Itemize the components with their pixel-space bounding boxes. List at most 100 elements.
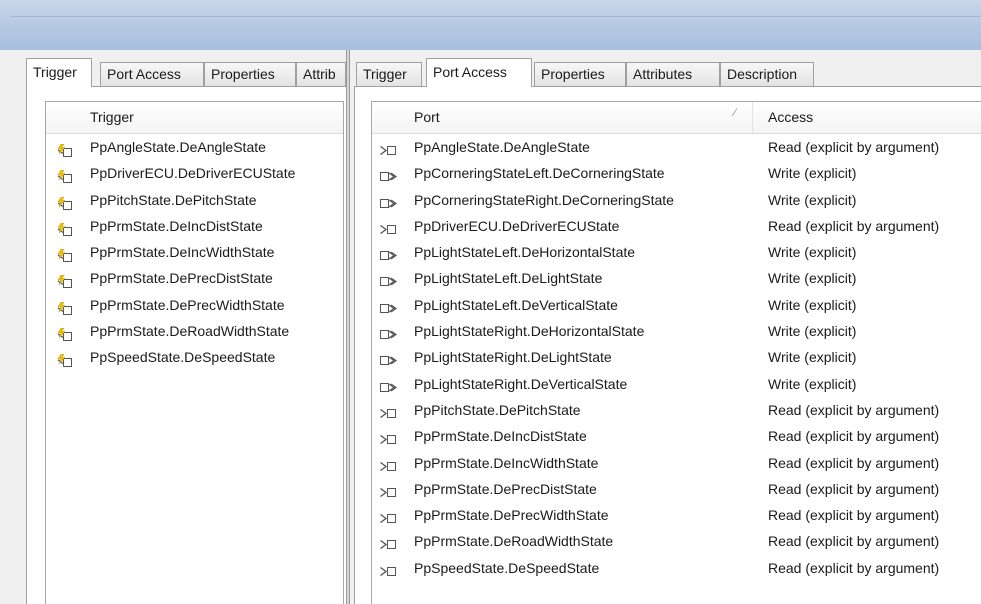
trigger-list-item[interactable]: PpPrmState.DePrecWidthState: [46, 292, 343, 318]
port-name: PpLightStateRight.DeLightState: [414, 349, 612, 366]
port-name: PpCorneringStateRight.DeCorneringState: [414, 191, 674, 208]
trigger-name: PpSpeedState.DeSpeedState: [90, 349, 276, 366]
access-mode: Write (explicit): [768, 323, 857, 340]
right-tab-port-access[interactable]: Port Access: [426, 58, 532, 87]
trigger-list: Trigger PpAngleState.DeAngleState PpDrive…: [45, 101, 344, 604]
left-tab-properties[interactable]: Properties: [204, 62, 296, 86]
port-access-row[interactable]: PpPrmState.DePrecWidthState Read (explici…: [372, 502, 981, 528]
port-access-row[interactable]: PpLightStateRight.DeHorizontalState Write…: [372, 318, 981, 344]
port-access-rows: PpAngleState.DeAngleState Read (explicit …: [372, 134, 981, 581]
access-mode: Write (explicit): [768, 244, 857, 261]
right-tab-content: Port ⁄ Access PpAngleState.DeAngleState R…: [354, 87, 981, 604]
port-access-row[interactable]: PpPrmState.DeRoadWidthState Read (explici…: [372, 528, 981, 554]
port-access-row[interactable]: PpLightStateRight.DeLightState Write (exp…: [372, 344, 981, 370]
access-mode: Read (explicit by argument): [768, 454, 940, 471]
port-name: PpLightStateLeft.DeHorizontalState: [414, 244, 636, 261]
trigger-list-item[interactable]: PpPrmState.DeIncWidthState: [46, 239, 343, 265]
port-access-row[interactable]: PpPrmState.DeIncDistState Read (explicit …: [372, 423, 981, 449]
access-mode: Read (explicit by argument): [768, 480, 940, 497]
trigger-list-item[interactable]: PpPitchState.DePitchState: [46, 187, 343, 213]
trigger-icon: [56, 271, 74, 289]
receiver-port-icon: [380, 561, 398, 576]
port-access-row[interactable]: PpAngleState.DeAngleState Read (explicit …: [372, 134, 981, 160]
receiver-port-icon: [380, 482, 398, 497]
port-access-row[interactable]: PpPitchState.DePitchState Read (explicit …: [372, 397, 981, 423]
port-name: PpAngleState.DeAngleState: [414, 139, 590, 155]
port-access-row[interactable]: PpLightStateLeft.DeVerticalState Write (e…: [372, 292, 981, 318]
sender-port-icon: [380, 271, 398, 287]
port-access-row[interactable]: PpSpeedState.DeSpeedState Read (explicit …: [372, 555, 981, 581]
port-name: PpLightStateLeft.DeVerticalState: [414, 296, 618, 313]
right-tab-trigger[interactable]: Trigger: [356, 62, 422, 86]
port-access-row[interactable]: PpCorneringStateLeft.DeCorneringState Wri…: [372, 160, 981, 186]
trigger-name: PpPrmState.DeIncWidthState: [90, 244, 275, 261]
sender-port-icon: [380, 166, 398, 182]
tab-label: Port Access: [433, 64, 507, 80]
port-column-header[interactable]: Port: [414, 102, 440, 133]
port-access-row[interactable]: PpLightStateLeft.DeLightState Write (expl…: [372, 265, 981, 291]
sender-port-icon: [380, 298, 398, 313]
trigger-name: PpDriverECU.DeDriverECUState: [90, 165, 296, 182]
receiver-port-icon: [380, 219, 398, 234]
left-tab-port-access[interactable]: Port Access: [100, 62, 204, 86]
trigger-column-header[interactable]: Trigger: [90, 102, 134, 133]
access-mode: Read (explicit by argument): [768, 401, 940, 418]
sender-port-icon: [380, 377, 398, 392]
port-name: PpPrmState.DeIncDistState: [414, 428, 587, 445]
access-mode: Read (explicit by argument): [768, 428, 940, 445]
right-tab-strip: Trigger Port Access Properties Attribute…: [354, 58, 981, 87]
right-tab-attributes[interactable]: Attributes: [626, 62, 720, 86]
port-access-row[interactable]: PpPrmState.DePrecDistState Read (explicit…: [372, 476, 981, 502]
trigger-list-item[interactable]: PpDriverECU.DeDriverECUState: [46, 160, 343, 186]
port-access-row[interactable]: PpCorneringStateRight.DeCorneringState Wr…: [372, 187, 981, 213]
right-tab-description[interactable]: Description: [720, 62, 814, 86]
access-mode: Write (explicit): [768, 165, 857, 182]
tab-label: Properties: [541, 66, 605, 82]
access-mode: Write (explicit): [768, 375, 857, 392]
trigger-icon: [56, 245, 74, 263]
tab-label: Port Access: [107, 66, 181, 82]
port-access-row[interactable]: PpLightStateRight.DeVerticalState Write (…: [372, 371, 981, 397]
trigger-rows: PpAngleState.DeAngleState PpDriverECU.DeD…: [46, 134, 343, 371]
port-name: PpDriverECU.DeDriverECUState: [414, 217, 620, 234]
tab-label: Attributes: [633, 66, 693, 82]
port-name: PpPrmState.DePrecDistState: [414, 480, 597, 497]
left-tab-attributes[interactable]: Attrib: [296, 62, 346, 86]
port-access-table: Port ⁄ Access PpAngleState.DeAngleState R…: [371, 101, 981, 604]
port-access-row[interactable]: PpPrmState.DeIncWidthState Read (explicit…: [372, 450, 981, 476]
trigger-list-item[interactable]: PpAngleState.DeAngleState: [46, 134, 343, 160]
trigger-icon: [56, 298, 74, 315]
port-name: PpLightStateRight.DeVerticalState: [414, 375, 628, 392]
trigger-name: PpPrmState.DeRoadWidthState: [90, 323, 290, 340]
port-access-row[interactable]: PpDriverECU.DeDriverECUState Read (explic…: [372, 213, 981, 239]
trigger-icon: [56, 166, 74, 184]
left-pane: Trigger Port Access Properties Attrib Tr…: [0, 50, 346, 604]
right-pane: Trigger Port Access Properties Attribute…: [350, 50, 981, 604]
port-name: PpSpeedState.DeSpeedState: [414, 559, 600, 576]
sender-port-icon: [380, 245, 398, 261]
trigger-list-header: Trigger: [46, 102, 343, 134]
trigger-name: PpPrmState.DeIncDistState: [90, 217, 263, 234]
receiver-port-icon: [380, 140, 398, 156]
sender-port-icon: [380, 193, 398, 208]
trigger-list-item[interactable]: PpPrmState.DePrecDistState: [46, 265, 343, 291]
port-access-header: Port ⁄ Access: [372, 102, 981, 134]
trigger-list-item[interactable]: PpSpeedState.DeSpeedState: [46, 344, 343, 370]
access-mode: Read (explicit by argument): [768, 507, 940, 524]
tab-label: Properties: [211, 66, 275, 82]
trigger-name: PpAngleState.DeAngleState: [90, 139, 266, 155]
window-title-band: [0, 0, 981, 50]
access-column-header[interactable]: Access: [768, 102, 813, 133]
right-tab-properties[interactable]: Properties: [534, 62, 626, 86]
port-access-row[interactable]: PpLightStateLeft.DeHorizontalState Write …: [372, 239, 981, 265]
receiver-port-icon: [380, 429, 398, 445]
trigger-list-item[interactable]: PpPrmState.DeRoadWidthState: [46, 318, 343, 344]
port-name: PpLightStateLeft.DeLightState: [414, 270, 603, 287]
left-tab-trigger[interactable]: Trigger: [26, 58, 92, 87]
access-mode: Write (explicit): [768, 270, 857, 287]
sender-port-icon: [380, 350, 398, 366]
column-separator[interactable]: [752, 102, 753, 133]
tab-label: Trigger: [33, 64, 77, 80]
trigger-name: PpPrmState.DePrecDistState: [90, 270, 273, 287]
trigger-list-item[interactable]: PpPrmState.DeIncDistState: [46, 213, 343, 239]
